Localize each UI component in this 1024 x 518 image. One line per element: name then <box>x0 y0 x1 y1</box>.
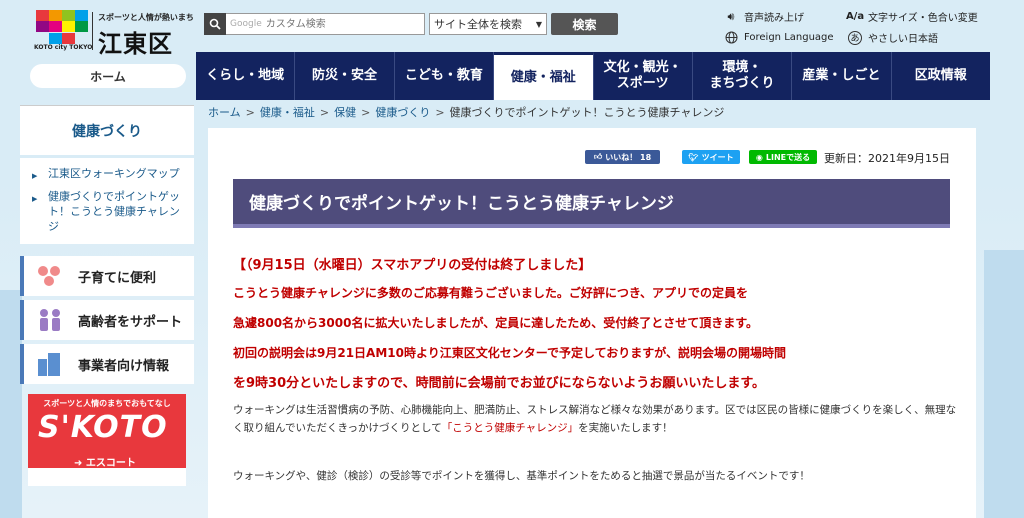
site-header: KOTO city TOKYO スポーツと人情が熱いまち 江東区 Google … <box>0 0 1024 59</box>
notice-headline: 【（9月15日（水曜日）スマホアプリの受付は終了しました】 <box>233 258 592 273</box>
family-icon <box>34 262 66 290</box>
gnav-item-government[interactable]: 区政情報 <box>892 52 990 100</box>
search-button[interactable]: 検索 <box>551 13 618 35</box>
easy-japanese-link[interactable]: あ やさしい日本語 <box>848 30 938 45</box>
intro-paragraph: ウォーキングは生活習慣病の予防、心肺機能向上、肥満防止、ストレス解消など様々な効… <box>233 401 958 437</box>
skoto-bottom-strip <box>28 468 186 486</box>
banner-elderly[interactable]: 高齢者をサポート <box>20 300 194 340</box>
line-share-button[interactable]: ◉ LINEで送る <box>749 150 817 164</box>
speaker-icon: 🔊︎ <box>727 9 735 23</box>
skoto-banner[interactable]: スポーツと人情のまちでおもてなし S'KOTO ➜ エスコート <box>28 394 186 486</box>
font-color-link[interactable]: A/a 文字サイズ・色合い変更 <box>845 9 978 24</box>
foreign-language-link[interactable]: Foreign Language <box>724 30 834 44</box>
home-tab[interactable]: ホーム <box>30 64 186 88</box>
building-shape <box>984 250 1024 518</box>
breadcrumb: ホーム > 健康・福祉 > 保健 > 健康づくり > 健康づくりでポイントゲット！こうとう健康チ… <box>208 106 725 119</box>
breadcrumb-health-promotion[interactable]: 健康づくり <box>375 106 430 119</box>
notice-line: 急遽800名から3000名に拡大いたしましたが、定員に達したため、受付終了とさせ… <box>233 316 759 330</box>
search-scope-select[interactable]: サイト全体を検索 ▼ <box>429 13 547 35</box>
intro-text-end: を実施いたします！ <box>578 422 673 434</box>
font-size-icon: A/a <box>845 11 865 22</box>
notice-line: こうとう健康チャレンジに多数のご応募有難うございました。ご好評につき、アプリでの… <box>233 286 749 300</box>
banner-business[interactable]: 事業者向け情報 <box>20 344 194 384</box>
logo-tagline: スポーツと人情が熱いまち <box>98 13 194 22</box>
thumbs-up-icon: 👍︎ <box>593 152 603 161</box>
skoto-logo: S'KOTO <box>38 410 168 445</box>
sidebar-link-health-challenge[interactable]: 健康づくりでポイントゲット！こうとう健康チャレンジ <box>20 185 194 238</box>
sidebar-links: 江東区ウォーキングマップ 健康づくりでポイントゲット！こうとう健康チャレンジ <box>20 158 194 244</box>
building-icon <box>34 350 66 378</box>
updated-date: 更新日：2021年9月15日 <box>824 152 950 165</box>
foreign-language-label: Foreign Language <box>744 31 834 43</box>
sidebar-link-walking-map[interactable]: 江東区ウォーキングマップ <box>20 162 194 185</box>
scope-selected-label: サイト全体を検索 <box>434 18 522 31</box>
elderly-icon <box>34 306 66 334</box>
easy-japanese-icon: あ <box>848 30 862 45</box>
line-icon: ◉ <box>755 152 763 162</box>
main-content: 👍︎ いいね！ 18 🐦︎ ツイート ◉ LINEで送る 更新日：2021年9月15日… <box>208 128 976 518</box>
skoto-escort: ➜ エスコート <box>74 458 136 469</box>
notice-line: を9時30分といたしますので、時間前に会場前でお並びにならないようお願いいたしま… <box>233 376 766 391</box>
banner-childcare[interactable]: 子育てに便利 <box>20 256 194 296</box>
gnav-item-culture[interactable]: 文化・観光・ スポーツ <box>594 52 693 100</box>
global-nav: くらし・地域 防災・安全 こども・教育 健康・福祉 文化・観光・ スポーツ 環境… <box>196 52 990 100</box>
sidebar-heading[interactable]: 健康づくり <box>20 105 194 155</box>
like-label: いいね！ 18 <box>605 152 652 162</box>
gnav-item-environment[interactable]: 環境・ まちづくり <box>693 52 793 100</box>
read-aloud-label: 音声読み上げ <box>744 13 804 24</box>
easy-japanese-label: やさしい日本語 <box>868 34 938 45</box>
search-box: Google <box>204 13 425 35</box>
sidebar: 健康づくり 江東区ウォーキングマップ 健康づくりでポイントゲット！こうとう健康チ… <box>20 100 194 518</box>
read-aloud-link[interactable]: 🔊︎ 音声読み上げ <box>724 9 804 25</box>
twitter-icon: 🐦︎ <box>688 152 699 162</box>
event-paragraph: ウォーキングや、健診（検診）の受診等でポイントを獲得し、基準ポイントをためると抽… <box>233 470 810 482</box>
line-label: LINEで送る <box>765 152 811 162</box>
breadcrumb-home[interactable]: ホーム <box>208 106 241 119</box>
google-brand: Google <box>230 19 262 29</box>
building-shape <box>0 290 22 518</box>
gnav-item-health[interactable]: 健康・福祉 <box>494 52 594 100</box>
chevron-down-icon: ▼ <box>535 19 542 29</box>
notice-line: 初回の説明会は9月21日AM10時より江東区文化センターで予定しておりますが、説… <box>233 346 787 360</box>
font-color-label: 文字サイズ・色合い変更 <box>868 13 978 24</box>
banner-elderly-label: 高齢者をサポート <box>78 314 183 330</box>
tweet-button[interactable]: 🐦︎ ツイート <box>682 150 740 164</box>
koto-heart-logo-icon <box>36 10 88 44</box>
banner-business-label: 事業者向け情報 <box>78 358 170 374</box>
gnav-item-industry[interactable]: 産業・しごと <box>792 52 892 100</box>
gnav-item-living[interactable]: くらし・地域 <box>196 52 296 100</box>
search-input[interactable] <box>261 14 424 34</box>
site-logo[interactable]: KOTO city TOKYO スポーツと人情が熱いまち 江東区 <box>32 10 194 58</box>
gnav-item-safety[interactable]: 防災・安全 <box>295 52 395 100</box>
challenge-highlight: 「こうとう健康チャレンジ」 <box>441 422 579 434</box>
globe-icon <box>724 30 738 44</box>
logo-name: 江東区 <box>98 30 173 58</box>
banner-childcare-label: 子育てに便利 <box>78 270 157 286</box>
gnav-item-children[interactable]: こども・教育 <box>395 52 495 100</box>
search-icon[interactable] <box>204 13 226 35</box>
logo-divider <box>92 12 93 50</box>
breadcrumb-hoken[interactable]: 保健 <box>334 106 356 119</box>
facebook-like-button[interactable]: 👍︎ いいね！ 18 <box>585 150 660 164</box>
page-title: 健康づくりでポイントゲット！こうとう健康チャレンジ <box>233 179 950 228</box>
breadcrumb-health-welfare[interactable]: 健康・福祉 <box>260 106 315 119</box>
tweet-label: ツイート <box>701 152 734 162</box>
logo-subtitle: KOTO city TOKYO <box>34 44 93 51</box>
skoto-tagline: スポーツと人情のまちでおもてなし <box>43 399 171 408</box>
breadcrumb-current: 健康づくりでポイントゲット！こうとう健康チャレンジ <box>449 106 725 119</box>
